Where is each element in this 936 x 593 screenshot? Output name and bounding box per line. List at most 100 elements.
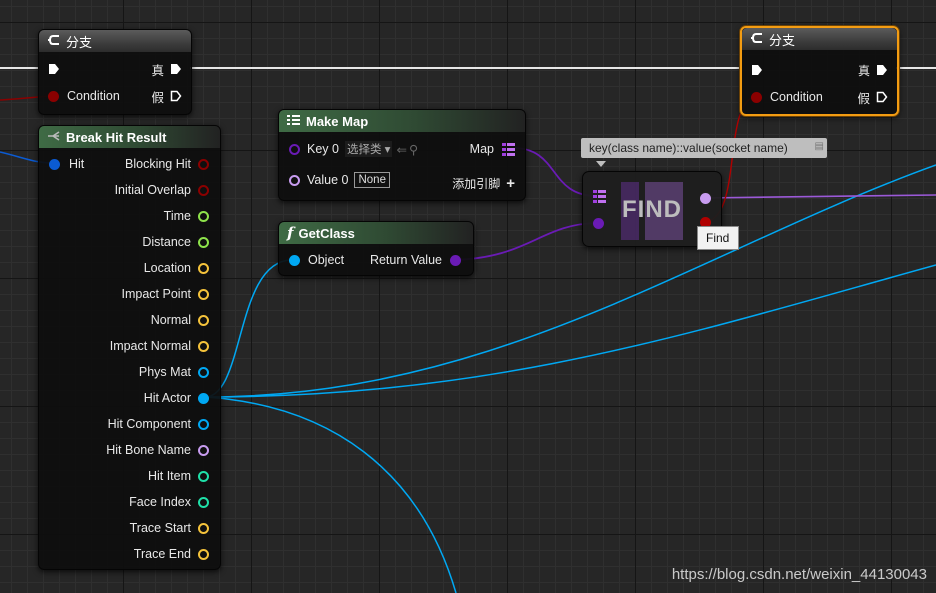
hit-pin[interactable]: Hit: [49, 155, 84, 173]
exec-in-pin[interactable]: [48, 60, 60, 78]
plus-icon: +: [506, 174, 515, 192]
vector-pin-icon: [198, 340, 209, 352]
output-pin[interactable]: Hit Item: [148, 467, 209, 485]
output-pin[interactable]: Distance: [142, 233, 209, 251]
true-pin[interactable]: 真: [151, 60, 182, 78]
map-label: Map: [469, 142, 494, 156]
get-class-node[interactable]: f GetClass Object Return Value: [278, 221, 474, 276]
node-title: 分支: [769, 32, 796, 48]
exec-out-icon: [877, 65, 887, 75]
output-pin[interactable]: Face Index: [129, 493, 209, 511]
pin-label: Blocking Hit: [125, 157, 191, 171]
output-pin[interactable]: Hit Component: [108, 415, 209, 433]
browse-search-icon[interactable]: ⚲: [409, 142, 418, 157]
vector-pin-icon: [198, 548, 209, 560]
tooltip-arrow: [596, 161, 606, 167]
object-wire: [204, 264, 936, 398]
output-pin[interactable]: Trace Start: [130, 519, 209, 537]
map-icon: [287, 114, 301, 129]
function-icon: f: [287, 224, 294, 242]
node-header[interactable]: Break Hit Result: [39, 126, 220, 148]
false-label: 假: [151, 90, 164, 105]
int-pin-icon: [198, 496, 209, 508]
add-pin-button[interactable]: 添加引脚 +: [452, 174, 515, 192]
value-pin[interactable]: Value 0 None: [289, 171, 390, 189]
map-pin-icon: [502, 142, 515, 156]
return-value-label: Return Value: [369, 253, 442, 267]
output-pin[interactable]: Impact Normal: [110, 337, 209, 355]
make-map-node[interactable]: Make Map Key 0 选择类 ▾ ⇐ ⚲ Map Value 0 Non…: [278, 109, 526, 201]
value-out-pin[interactable]: [700, 193, 711, 204]
condition-pin[interactable]: Condition: [48, 87, 120, 105]
name-pin-icon: [198, 444, 209, 456]
object-pin-icon: [198, 366, 209, 378]
bool-pin-icon: [198, 184, 209, 196]
pin-label: Trace Start: [129, 521, 191, 535]
int-pin-icon: [198, 470, 209, 482]
output-pin[interactable]: Hit Actor: [144, 389, 209, 407]
break-hit-result-node[interactable]: Break Hit Result Hit Blocking Hit Initial…: [38, 125, 221, 570]
value-label: Value 0: [307, 173, 349, 187]
pin-label: Face Index: [129, 495, 191, 509]
branch-icon: [47, 34, 61, 49]
use-selected-arrow-icon[interactable]: ⇐: [396, 142, 406, 157]
pin-label: Hit Item: [147, 469, 191, 483]
pin-label: Impact Normal: [109, 339, 191, 353]
node-header[interactable]: 分支: [39, 30, 191, 52]
object-label: Object: [308, 253, 345, 267]
output-pin[interactable]: Location: [144, 259, 209, 277]
pin-label: Location: [143, 261, 191, 275]
pin-tooltip: key(class name)::value(socket name) ▤: [581, 138, 827, 158]
output-pin[interactable]: Time: [164, 207, 209, 225]
break-struct-icon: [47, 130, 61, 145]
exec-out-hollow-icon: [876, 91, 888, 103]
pin-label: Trace End: [133, 547, 191, 561]
true-label: 真: [151, 63, 164, 78]
name-wire: [701, 194, 936, 199]
vector-pin-icon: [198, 262, 209, 274]
object-pin-icon: [289, 254, 300, 266]
branch-node-right[interactable]: 分支 真 Condition 假: [740, 26, 899, 116]
node-header[interactable]: Make Map: [279, 110, 525, 132]
class-pin-icon: [289, 143, 300, 155]
output-pin[interactable]: Impact Point: [122, 285, 209, 303]
exec-in-pin[interactable]: [751, 61, 763, 79]
exec-in-icon: [752, 65, 762, 75]
pin-label: Initial Overlap: [114, 183, 191, 197]
false-pin[interactable]: 假: [151, 87, 182, 105]
node-title: 分支: [66, 34, 93, 50]
node-title: Break Hit Result: [66, 129, 167, 145]
condition-label: Condition: [67, 89, 120, 103]
output-pin[interactable]: Initial Overlap: [115, 181, 209, 199]
tooltip-text: key(class name)::value(socket name): [589, 141, 788, 155]
node-title: Make Map: [306, 113, 369, 129]
key-pin[interactable]: Key 0 选择类 ▾ ⇐ ⚲: [289, 140, 418, 158]
pin-label: Hit Bone Name: [106, 443, 191, 457]
vector-pin-icon: [198, 314, 209, 326]
output-pin[interactable]: Normal: [151, 311, 209, 329]
output-pin[interactable]: Trace End: [134, 545, 209, 563]
map-out-pin[interactable]: Map: [470, 140, 515, 158]
pin-label: Distance: [142, 235, 191, 249]
node-header[interactable]: 分支: [742, 28, 897, 50]
float-pin-icon: [198, 236, 209, 248]
output-pin[interactable]: Hit Bone Name: [106, 441, 209, 459]
object-pin[interactable]: Object: [289, 251, 344, 269]
node-header[interactable]: f GetClass: [279, 222, 473, 244]
dropdown-value: 选择类: [346, 144, 382, 156]
output-pin[interactable]: Phys Mat: [139, 363, 209, 381]
object-wire: [204, 396, 457, 593]
value-input[interactable]: None: [354, 172, 390, 188]
condition-pin[interactable]: Condition: [751, 88, 823, 106]
find-tooltip: Find: [697, 226, 739, 250]
output-pin[interactable]: Blocking Hit: [125, 155, 209, 173]
hit-label: Hit: [69, 157, 85, 171]
class-select-dropdown[interactable]: 选择类 ▾: [344, 141, 393, 157]
false-pin[interactable]: 假: [857, 88, 888, 106]
chevron-down-icon: ▾: [384, 144, 391, 156]
true-pin[interactable]: 真: [858, 61, 888, 79]
branch-node-left[interactable]: 分支 真 Condition 假: [38, 29, 192, 115]
float-pin-icon: [198, 210, 209, 222]
name-pin-icon: [700, 193, 711, 204]
return-value-pin[interactable]: Return Value: [370, 251, 461, 269]
